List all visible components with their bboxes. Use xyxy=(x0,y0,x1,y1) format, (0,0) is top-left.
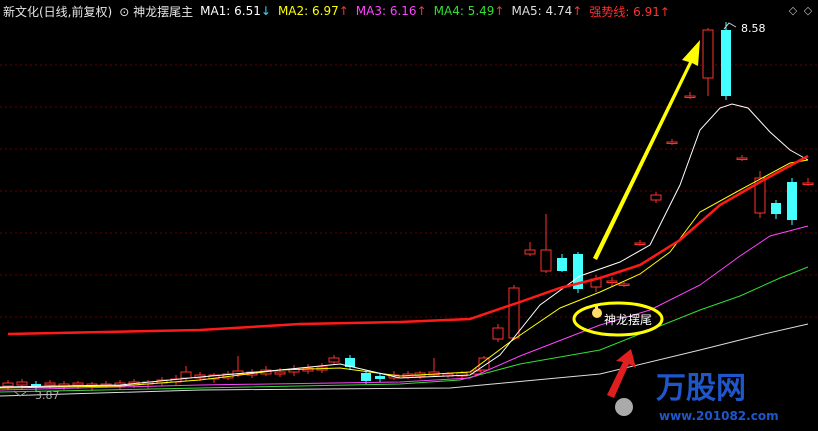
strong-line-value: 强势线: 6.91↑ xyxy=(589,3,670,20)
candle xyxy=(650,192,662,203)
ma5-label: MA5: 4.74 xyxy=(511,4,573,18)
candle xyxy=(345,355,355,370)
ma2-line xyxy=(0,159,809,389)
candle xyxy=(524,242,536,256)
ma4-value: MA4: 5.49↑ xyxy=(434,4,505,18)
watermark-url: www.201082.com xyxy=(659,409,779,423)
candle xyxy=(222,371,234,380)
candle xyxy=(787,178,797,225)
high-price-label: 8.58 xyxy=(741,22,766,35)
ma1-value: MA1: 6.51↓ xyxy=(200,4,271,18)
low-price-marker: 3.87 xyxy=(13,389,60,402)
ma4-arrow-icon: ↑ xyxy=(494,4,505,18)
indicator-name[interactable]: ⊙ 神龙摆尾主 xyxy=(119,3,193,20)
hand-cursor-icon xyxy=(592,306,602,318)
annotations: 神龙摆尾 8.58 3.87 xyxy=(13,22,766,402)
chart-header: 新文化(日线,前复权) ⊙ 神龙摆尾主 MA1: 6.51↓ MA2: 6.97… xyxy=(0,0,818,22)
ma3-arrow-icon: ↑ xyxy=(416,4,427,18)
ma5-value: MA5: 4.74↑ xyxy=(511,4,582,18)
ma1-arrow-icon: ↓ xyxy=(260,4,271,18)
strong-line-label: 强势线: 6.91 xyxy=(589,4,660,19)
logo-arrow-icon xyxy=(607,349,636,398)
candle xyxy=(802,178,814,186)
candle xyxy=(634,240,646,246)
indicator-label: 神龙摆尾主 xyxy=(133,4,194,19)
strong-line-arrow-icon: ↑ xyxy=(659,4,670,19)
candle xyxy=(754,171,766,218)
ma2-label: MA2: 6.97 xyxy=(277,4,339,18)
candle xyxy=(736,155,748,161)
ma4-label: MA4: 5.49 xyxy=(433,4,495,18)
chart-grid xyxy=(0,64,818,318)
candle xyxy=(573,252,583,293)
annotation-text: 神龙摆尾 xyxy=(604,313,652,327)
candle xyxy=(540,214,552,273)
strong-line xyxy=(7,154,809,336)
stock-title: 新文化(日线,前复权) xyxy=(3,4,113,19)
candle xyxy=(557,254,567,272)
candle xyxy=(771,200,781,219)
candle xyxy=(328,355,340,365)
scroll-up-icon[interactable]: ◇ xyxy=(802,4,814,17)
indicator-lines xyxy=(0,103,809,397)
watermark-title: 万股网 xyxy=(656,371,746,406)
candle xyxy=(684,92,696,99)
candle xyxy=(375,374,385,382)
ma3-label: MA3: 6.16 xyxy=(355,4,417,18)
logo-ball-icon xyxy=(615,398,633,416)
scroll-down-icon[interactable]: ◇ xyxy=(787,4,799,17)
candle xyxy=(721,22,731,100)
ma3-line xyxy=(0,225,809,391)
kline-chart[interactable]: 神龙摆尾 8.58 3.87 万股网 www.201082.com xyxy=(0,22,818,431)
indicator-marker-icon: ⊙ xyxy=(119,4,130,19)
low-price-label: 3.87 xyxy=(35,389,60,402)
ma2-arrow-icon: ↑ xyxy=(338,4,349,18)
ma1-line xyxy=(0,103,809,388)
ma5-arrow-icon: ↑ xyxy=(572,4,583,18)
candlesticks xyxy=(2,22,814,392)
ma1-label: MA1: 6.51 xyxy=(200,4,261,18)
ma3-value: MA3: 6.16↑ xyxy=(356,4,427,18)
candle xyxy=(2,380,14,390)
watermark-logo: 万股网 www.201082.com xyxy=(607,349,779,423)
trend-arrow-icon xyxy=(593,40,700,260)
candle xyxy=(702,28,714,96)
candle xyxy=(508,285,520,340)
candle xyxy=(492,324,504,342)
ma2-value: MA2: 6.97↑ xyxy=(278,4,349,18)
candle xyxy=(288,365,300,376)
candle xyxy=(666,139,678,145)
